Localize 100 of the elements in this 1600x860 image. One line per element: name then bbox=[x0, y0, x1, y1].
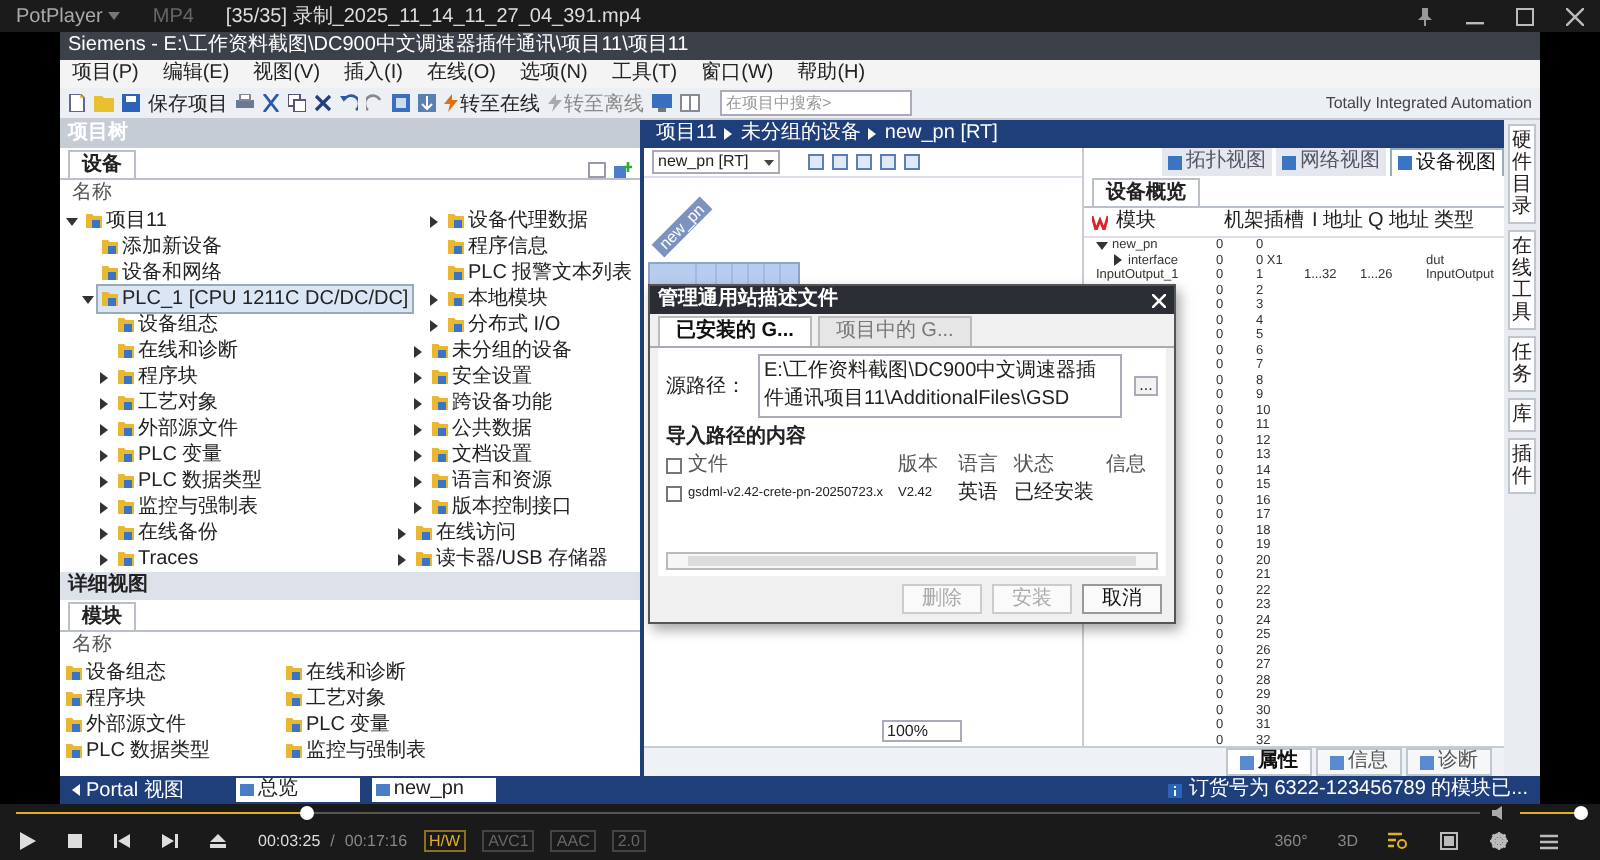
tree-item[interactable]: 公共数据 bbox=[428, 416, 536, 442]
task-button[interactable]: new_pn bbox=[371, 778, 496, 802]
volume-thumb[interactable] bbox=[1574, 806, 1589, 820]
tree-item[interactable]: PLC_1 [CPU 1211C DC/DC/DC] bbox=[98, 286, 413, 312]
seek-slider[interactable] bbox=[16, 806, 1480, 820]
menu-item[interactable]: 编辑(E) bbox=[162, 60, 230, 88]
monitor-icon[interactable] bbox=[652, 94, 672, 112]
list-item[interactable]: 工艺对象 bbox=[286, 686, 386, 712]
cut-icon[interactable] bbox=[262, 94, 280, 112]
tree-item[interactable]: 在线备份 bbox=[114, 520, 222, 546]
play-icon[interactable] bbox=[20, 832, 36, 850]
zoom-dropdown[interactable]: 100% bbox=[881, 720, 962, 742]
expander-icon[interactable] bbox=[98, 527, 110, 539]
expander-icon[interactable] bbox=[428, 293, 440, 305]
new-file-icon[interactable] bbox=[68, 94, 86, 112]
tree-item[interactable]: PLC 报警文本列表 bbox=[444, 260, 637, 286]
expander-icon[interactable] bbox=[98, 449, 110, 461]
expander-icon[interactable] bbox=[412, 449, 424, 461]
expander-icon[interactable] bbox=[98, 423, 110, 435]
maximize-icon[interactable] bbox=[1516, 7, 1534, 25]
search-field[interactable]: 在项目中搜索> bbox=[720, 90, 912, 116]
save-project-button[interactable]: 保存项目 bbox=[148, 89, 228, 117]
side-tab[interactable]: 任务 bbox=[1508, 336, 1536, 392]
app-menu-button[interactable]: PotPlayer bbox=[16, 5, 121, 27]
go-online-button[interactable]: 转至在线 bbox=[444, 89, 540, 117]
expander-icon[interactable] bbox=[412, 501, 424, 513]
split-icon[interactable] bbox=[680, 94, 700, 112]
copy-icon[interactable] bbox=[288, 94, 306, 112]
tree-item[interactable]: 本地模块 bbox=[444, 286, 552, 312]
tree-item[interactable]: 分布式 I/O bbox=[444, 312, 565, 338]
save-icon[interactable] bbox=[122, 94, 140, 112]
close-icon[interactable] bbox=[1566, 7, 1584, 25]
view-tab[interactable]: 拓扑视图 bbox=[1162, 148, 1272, 176]
tree-item[interactable]: 设备组态 bbox=[114, 312, 222, 338]
expander-icon[interactable] bbox=[66, 215, 78, 227]
breadcrumb-item[interactable]: 项目11 bbox=[656, 120, 717, 148]
checkbox[interactable] bbox=[666, 486, 682, 502]
tree-item[interactable]: 跨设备功能 bbox=[428, 390, 556, 416]
list-item[interactable]: 设备组态 bbox=[66, 660, 166, 686]
tab[interactable]: 设备概览 bbox=[1092, 178, 1200, 206]
scrollbar[interactable] bbox=[666, 552, 1158, 570]
redo-icon[interactable] bbox=[366, 94, 384, 112]
screen-icon[interactable] bbox=[1440, 832, 1458, 850]
menu-item[interactable]: 在线(O) bbox=[426, 60, 496, 88]
expander-icon[interactable] bbox=[412, 423, 424, 435]
tree-item[interactable]: PLC 变量 bbox=[114, 442, 227, 468]
codec-label[interactable]: H/W bbox=[423, 830, 467, 852]
list-item[interactable]: 在线和诊断 bbox=[286, 660, 406, 686]
tree-item[interactable]: 添加新设备 bbox=[98, 234, 226, 260]
menu-icon[interactable] bbox=[1540, 833, 1558, 849]
view-mode-button[interactable]: 3D bbox=[1337, 832, 1358, 850]
tab[interactable]: 已安装的 G... bbox=[658, 316, 812, 346]
list-item[interactable]: 程序块 bbox=[66, 686, 146, 712]
menu-item[interactable]: 视图(V) bbox=[253, 60, 321, 88]
list-icon[interactable] bbox=[588, 162, 606, 178]
tab[interactable]: 模块 bbox=[68, 602, 136, 630]
side-tab[interactable]: 插件 bbox=[1508, 438, 1536, 494]
view-tab[interactable]: 网络视图 bbox=[1276, 148, 1386, 176]
expander-icon[interactable] bbox=[396, 553, 408, 565]
inspector-tab[interactable]: 属性 bbox=[1226, 748, 1312, 776]
inspector-tab[interactable]: 诊断 bbox=[1406, 748, 1492, 776]
download-icon[interactable] bbox=[418, 94, 436, 112]
expander-icon[interactable] bbox=[98, 397, 110, 409]
tree-item[interactable]: 项目11 bbox=[82, 208, 171, 234]
tab[interactable]: 项目中的 G... bbox=[817, 316, 972, 346]
tree-item[interactable]: 监控与强制表 bbox=[114, 494, 262, 520]
tree-item[interactable]: 未分组的设备 bbox=[428, 338, 576, 364]
next-icon[interactable] bbox=[162, 834, 178, 848]
tree-item[interactable]: 设备和网络 bbox=[98, 260, 226, 286]
view-mode-button[interactable]: 360° bbox=[1274, 832, 1308, 850]
expander-icon[interactable] bbox=[412, 371, 424, 383]
tree-item[interactable]: 外部源文件 bbox=[114, 416, 242, 442]
tree-item[interactable]: 安全设置 bbox=[428, 364, 536, 390]
tree-item[interactable]: 程序信息 bbox=[444, 234, 552, 260]
breadcrumb-item[interactable]: new_pn [RT] bbox=[884, 120, 998, 148]
expander-icon[interactable] bbox=[396, 527, 408, 539]
tree-item[interactable]: 读卡器/USB 存储器 bbox=[412, 546, 613, 572]
expander-icon[interactable] bbox=[1096, 239, 1108, 252]
volume-slider[interactable] bbox=[1520, 806, 1584, 820]
tree-item[interactable]: 在线访问 bbox=[412, 520, 520, 546]
path-field[interactable]: E:\工作资料截图\DC900中文调速器插件通讯项目11\AdditionalFiles\GSD bbox=[758, 354, 1122, 418]
side-tab[interactable]: 在线工具 bbox=[1508, 230, 1536, 330]
playlist-icon[interactable] bbox=[1388, 832, 1408, 850]
tree-item[interactable]: 在线和诊断 bbox=[114, 338, 242, 364]
print-icon[interactable] bbox=[236, 94, 254, 112]
tree-item[interactable]: 工艺对象 bbox=[114, 390, 222, 416]
view-tab[interactable]: 设备视图 bbox=[1390, 148, 1504, 176]
side-tab[interactable]: 硬件目录 bbox=[1508, 124, 1536, 224]
settings-icon[interactable] bbox=[1490, 832, 1508, 850]
previous-icon[interactable] bbox=[114, 834, 130, 848]
delete-icon[interactable] bbox=[314, 94, 332, 112]
expander-icon[interactable] bbox=[82, 293, 94, 305]
menu-item[interactable]: 帮助(H) bbox=[797, 60, 866, 88]
tree-item[interactable]: 程序块 bbox=[114, 364, 202, 390]
tab[interactable]: 设备 bbox=[68, 150, 136, 178]
pin-icon[interactable] bbox=[1416, 7, 1434, 25]
breadcrumb-item[interactable]: 未分组的设备 bbox=[740, 120, 861, 148]
expander-icon[interactable] bbox=[1112, 254, 1124, 267]
side-tab[interactable]: 库 bbox=[1508, 398, 1536, 432]
checkbox[interactable] bbox=[666, 458, 682, 474]
